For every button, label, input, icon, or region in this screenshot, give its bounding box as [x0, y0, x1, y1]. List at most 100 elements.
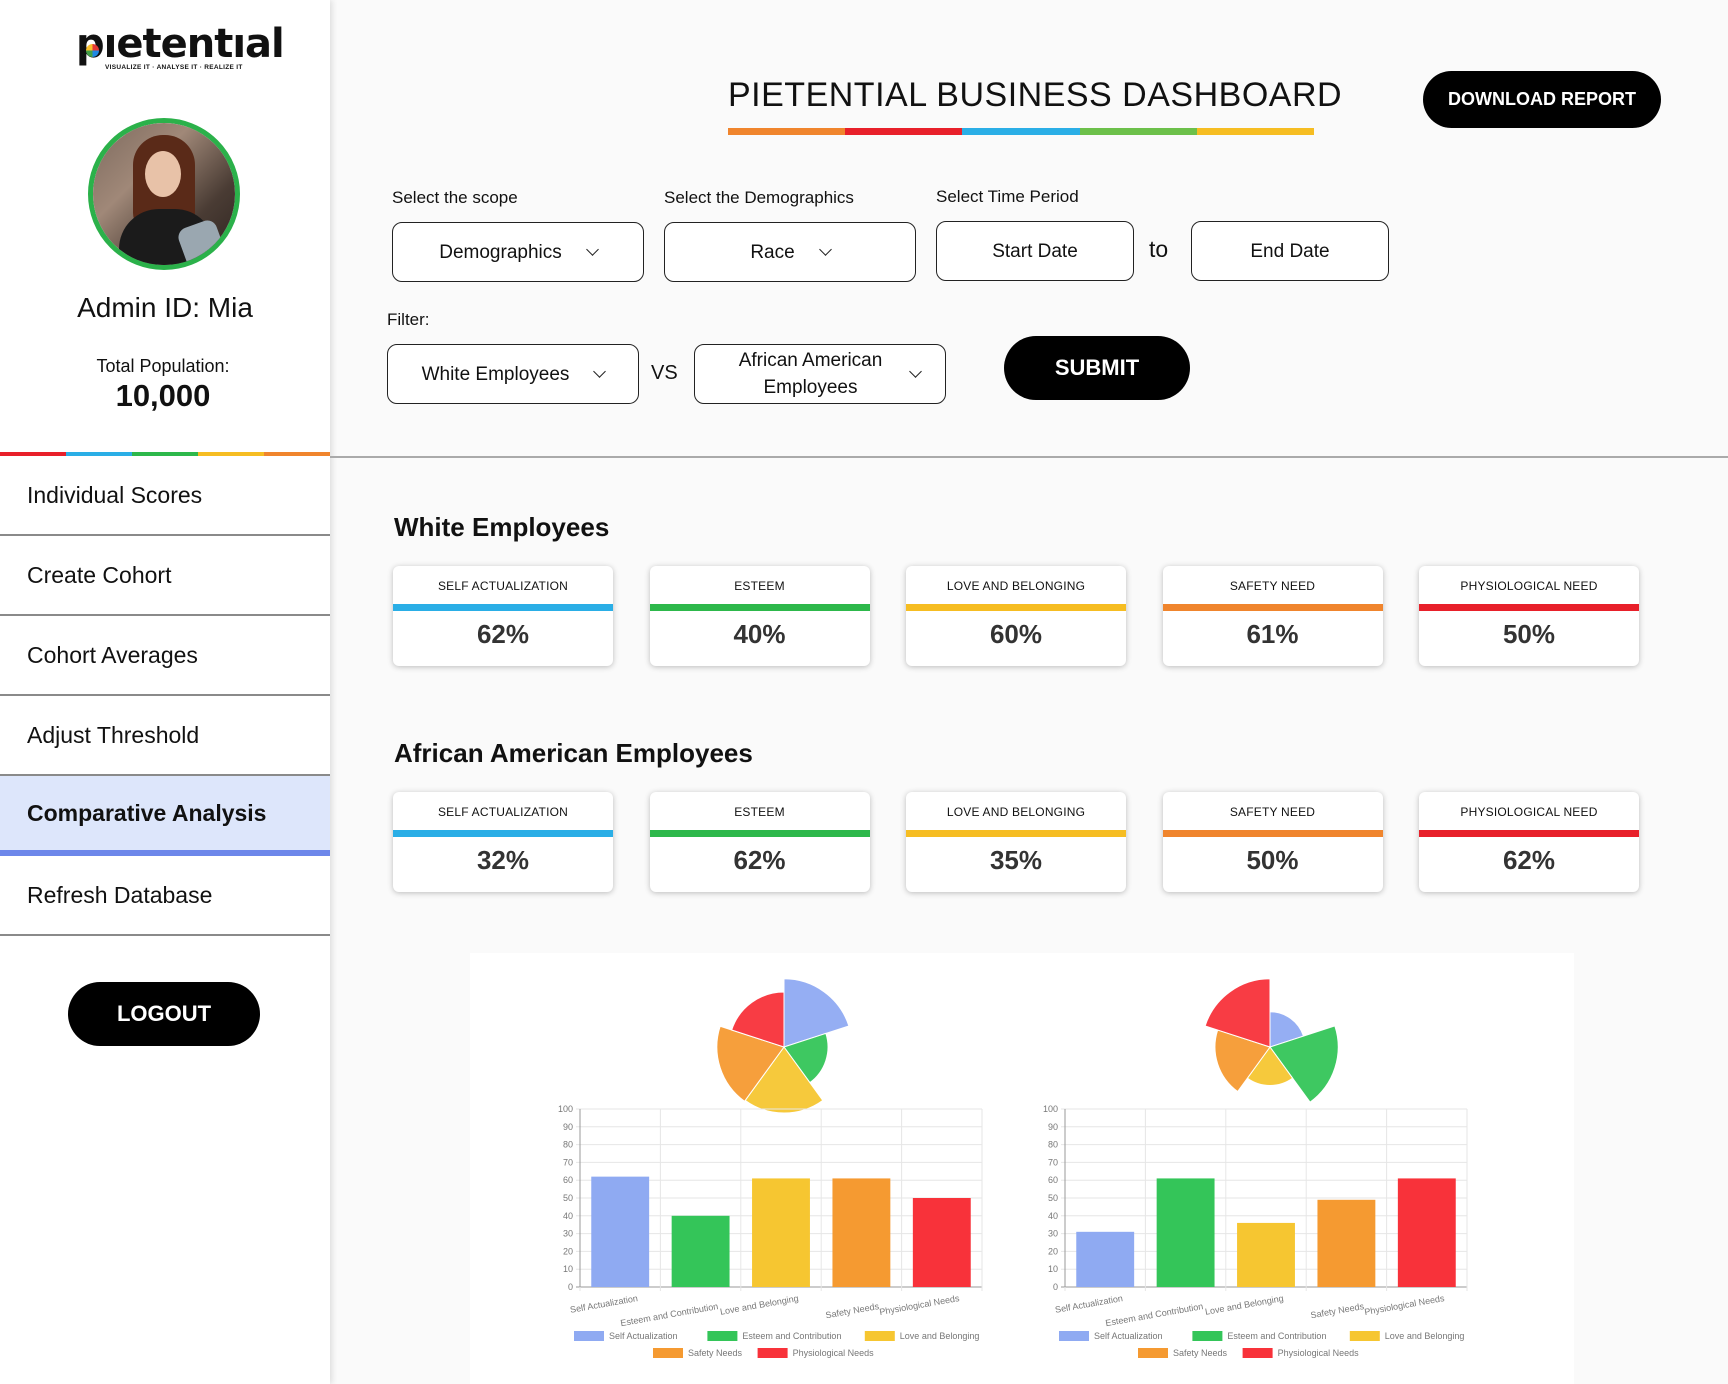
score-card: ESTEEM 62% [649, 792, 870, 892]
chevron-down-icon [593, 364, 607, 378]
download-report-button[interactable]: DOWNLOAD REPORT [1423, 71, 1661, 128]
card-color-bar [649, 830, 870, 837]
bar [671, 1215, 730, 1287]
legend-label: Love and Belonging [1385, 1331, 1465, 1341]
legend-label: Esteem and Contribution [742, 1331, 841, 1341]
start-date-field[interactable]: Start Date [936, 221, 1134, 281]
polar-segment [1204, 978, 1271, 1048]
card-value: 62% [733, 845, 786, 875]
legend-swatch [1059, 1331, 1089, 1341]
y-tick-label: 40 [1048, 1211, 1058, 1221]
nav-item-adjust-threshold[interactable]: Adjust Threshold [0, 696, 330, 776]
legend-label: Physiological Needs [793, 1348, 875, 1358]
bar [591, 1176, 650, 1287]
sidebar-nav: Individual Scores Create Cohort Cohort A… [0, 456, 330, 936]
y-tick-label: 60 [563, 1175, 573, 1185]
logout-button[interactable]: LOGOUT [68, 982, 260, 1046]
end-date-field[interactable]: End Date [1191, 221, 1389, 281]
logo-tagline: VISUALIZE IT · ANALYSE IT · REALIZE IT [105, 64, 243, 71]
card-color-bar [1162, 830, 1383, 837]
y-tick-label: 100 [1043, 1104, 1058, 1114]
card-color-bar [1419, 830, 1639, 837]
page-title: PIETENTIAL BUSINESS DASHBOARD [728, 76, 1343, 114]
nav-item-individual-scores[interactable]: Individual Scores [0, 456, 330, 536]
time-period-label: Select Time Period [936, 187, 1079, 206]
card-value: 62% [476, 619, 530, 649]
scope-label: Select the scope [392, 188, 518, 207]
legend-swatch [574, 1331, 604, 1341]
nav-item-refresh-database[interactable]: Refresh Database [0, 856, 330, 936]
logo-wordmark: pıetentıal [76, 21, 285, 67]
legend-label: Love and Belonging [900, 1331, 980, 1341]
card-label: LOVE AND BELONGING [946, 805, 1086, 819]
y-tick-label: 60 [1048, 1175, 1058, 1185]
charts-svg: 0102030405060708090100Self Actualization… [558, 978, 1468, 1358]
y-tick-label: 0 [568, 1282, 573, 1292]
group-b-title: African American Employees [394, 738, 753, 768]
legend-swatch [1192, 1331, 1223, 1341]
card-color-bar [1162, 604, 1383, 611]
legend-swatch [1138, 1348, 1168, 1358]
chevron-down-icon [585, 242, 599, 256]
card-value: 50% [1246, 845, 1299, 875]
y-tick-label: 20 [563, 1246, 573, 1256]
x-tick-label: Physiological Needs [879, 1293, 961, 1317]
x-tick-label: Physiological Needs [1364, 1293, 1446, 1317]
demographics-label: Select the Demographics [664, 188, 854, 207]
card-label: SAFETY NEED [1229, 805, 1316, 819]
nav-item-cohort-averages[interactable]: Cohort Averages [0, 616, 330, 696]
score-card: PHYSIOLOGICAL NEED 50% [1419, 566, 1639, 666]
y-tick-label: 10 [1048, 1264, 1058, 1274]
card-value: 61% [1246, 619, 1299, 649]
card-label: SELF ACTUALIZATION [437, 579, 569, 593]
card-label: PHYSIOLOGICAL NEED [1460, 805, 1598, 819]
nav-item-create-cohort[interactable]: Create Cohort [0, 536, 330, 616]
group-b-cards: SELF ACTUALIZATION 32% ESTEEM 62% LOVE AND… [393, 792, 1639, 892]
y-tick-label: 70 [1048, 1157, 1058, 1167]
card-value: 35% [989, 845, 1043, 875]
legend-label: Safety Needs [688, 1348, 743, 1358]
score-card: SAFETY NEED 61% [1162, 566, 1383, 666]
bar [1397, 1178, 1456, 1287]
bar [1237, 1222, 1295, 1287]
group-a-title: White Employees [394, 512, 610, 542]
card-value: 40% [733, 619, 786, 649]
demographics-value: Race [750, 241, 795, 263]
card-color-bar [906, 604, 1126, 611]
y-tick-label: 30 [563, 1229, 573, 1239]
y-tick-label: 90 [563, 1122, 573, 1132]
chevron-down-icon [908, 364, 922, 378]
end-date-text: End Date [1250, 240, 1330, 262]
x-tick-label: Self Actualization [569, 1293, 638, 1315]
legend-label: Self Actualization [609, 1331, 678, 1341]
y-tick-label: 0 [1053, 1282, 1058, 1292]
charts-panel: 0 10 20 30 40 50 60 70 80 90 100 Self Actualization… [470, 953, 1574, 1384]
bar [1076, 1231, 1135, 1287]
card-color-bar [649, 604, 870, 611]
nav-item-comparative-analysis[interactable]: Comparative Analysis [0, 776, 330, 856]
demographics-select[interactable]: Race [664, 222, 916, 282]
filter-b-value: African American Employees [738, 350, 883, 398]
score-card: SELF ACTUALIZATION 32% [393, 792, 613, 892]
x-tick-label: Safety Needs [1310, 1301, 1365, 1320]
y-tick-label: 100 [558, 1104, 573, 1114]
sidebar: pıetentıal VISUALIZE IT · ANALYSE IT · R… [0, 0, 330, 1384]
score-card: ESTEEM 40% [649, 566, 870, 666]
filter-b-select[interactable]: African American Employees [694, 344, 946, 404]
legend-swatch [1349, 1331, 1380, 1341]
population-label: Total Population: [96, 356, 230, 376]
logo-color-dot-icon [86, 44, 99, 57]
card-color-bar [1419, 604, 1639, 611]
card-value: 60% [989, 619, 1043, 649]
scope-select[interactable]: Demographics [392, 222, 644, 282]
score-card: SELF ACTUALIZATION 62% [393, 566, 613, 666]
x-tick-label: Love and Belonging [1204, 1293, 1284, 1317]
legend-swatch [864, 1331, 895, 1341]
legend-label: Physiological Needs [1278, 1348, 1360, 1358]
score-card: SAFETY NEED 50% [1162, 792, 1383, 892]
card-value: 62% [1502, 845, 1556, 875]
y-tick-label: 80 [1048, 1140, 1058, 1150]
avatar [88, 118, 240, 270]
filter-a-select[interactable]: White Employees [387, 344, 639, 404]
submit-button[interactable]: SUBMIT [1004, 336, 1190, 400]
